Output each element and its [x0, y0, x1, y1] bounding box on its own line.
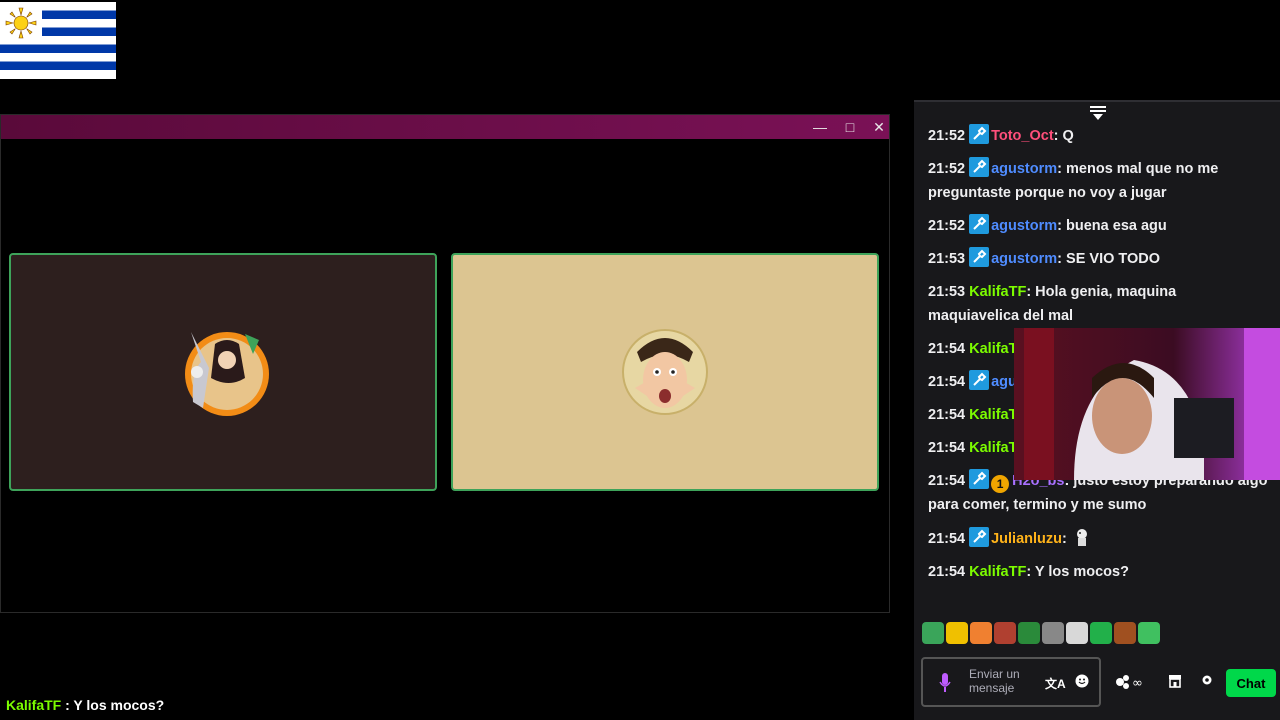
chat-username[interactable]: KalifaTF	[969, 284, 1026, 300]
chat-timestamp: 21:53	[928, 251, 966, 267]
emote-icon[interactable]	[970, 622, 992, 644]
emote-icon[interactable]	[1090, 622, 1112, 644]
chat-timestamp: 21:54	[928, 531, 966, 547]
microphone-icon[interactable]	[939, 673, 951, 693]
moderator-badge-icon	[969, 527, 990, 547]
chat-message[interactable]: 21:52 agustorm: menos mal que no me pregu…	[928, 157, 1268, 205]
participant-tile-1[interactable]	[9, 253, 437, 491]
chat-timestamp: 21:52	[928, 161, 966, 177]
chat-username[interactable]: Julianluzu	[991, 531, 1062, 547]
moderator-badge-icon	[969, 469, 990, 489]
chat-timestamp: 21:54	[928, 341, 966, 357]
chat-username[interactable]: KalifaT	[969, 341, 1017, 357]
chat-input[interactable]: Enviar un mensaje 文A	[921, 657, 1101, 707]
maximize-button[interactable]: □	[837, 117, 863, 137]
collapse-icon[interactable]	[1088, 102, 1108, 122]
participant-tile-2[interactable]	[451, 253, 879, 491]
chat-timestamp: 21:54	[928, 440, 966, 456]
chat-username[interactable]: KalifaT	[969, 440, 1017, 456]
chat-username[interactable]: agustorm	[991, 161, 1057, 177]
uruguay-flag	[0, 2, 116, 79]
chat-message[interactable]: 21:54 KalifaTF: Y los mocos?	[928, 560, 1268, 584]
emote-icon[interactable]	[922, 622, 944, 644]
emote-icon[interactable]	[1114, 622, 1136, 644]
moderator-badge-icon	[969, 247, 990, 267]
emote-icon	[1076, 529, 1087, 546]
participant-avatar-2	[622, 329, 708, 415]
chat-username[interactable]: agu	[991, 374, 1017, 390]
emote-icon[interactable]	[1018, 622, 1040, 644]
emote-picker-icon[interactable]	[1075, 674, 1089, 688]
chat-message[interactable]: 21:52 Toto_Oct: Q	[928, 124, 1268, 148]
emote-icon[interactable]	[1042, 622, 1064, 644]
moderator-badge-icon	[969, 124, 990, 144]
chat-text: :	[1062, 531, 1071, 547]
chat-timestamp: 21:54	[928, 407, 966, 423]
emote-icon[interactable]	[1138, 622, 1160, 644]
points-icon[interactable]: ∞	[1115, 674, 1151, 690]
chat-text: : SE VIO TODO	[1057, 251, 1161, 267]
chat-username[interactable]: agustorm	[991, 251, 1057, 267]
store-icon[interactable]	[1168, 674, 1182, 688]
overlay-username: KalifaTF	[6, 697, 62, 713]
chat-text: : Y los mocos?	[1026, 564, 1129, 580]
translate-icon[interactable]: 文A	[1045, 675, 1066, 692]
minimize-button[interactable]: —	[807, 117, 833, 137]
chat-timestamp: 21:54	[928, 564, 966, 580]
chat-message[interactable]: 21:54 Julianluzu:	[928, 526, 1268, 551]
emote-bar[interactable]	[922, 622, 1160, 644]
chat-text: : Q	[1053, 128, 1074, 144]
chat-username[interactable]: KalifaT	[969, 407, 1017, 423]
chat-timestamp: 21:54	[928, 473, 966, 489]
chat-username[interactable]: Toto_Oct	[991, 128, 1054, 144]
streamer-webcam	[1014, 328, 1280, 480]
close-button[interactable]: ✕	[866, 117, 892, 137]
chat-message[interactable]: 21:52 agustorm: buena esa agu	[928, 214, 1268, 238]
chat-timestamp: 21:53	[928, 284, 966, 300]
svg-text:∞: ∞	[1132, 676, 1143, 690]
sub-badge: 1	[991, 475, 1010, 493]
overlay-message: : Y los mocos?	[61, 697, 165, 713]
chat-timestamp: 21:54	[928, 374, 966, 390]
chat-send-button[interactable]: Chat	[1226, 669, 1276, 697]
chat-timestamp: 21:52	[928, 128, 966, 144]
chat-message[interactable]: 21:53 KalifaTF: Hola genia, maquina maqu…	[928, 280, 1268, 328]
chat-message[interactable]: 21:53 agustorm: SE VIO TODO	[928, 247, 1268, 271]
chat-text: : buena esa agu	[1057, 218, 1167, 234]
chat-text: : Hola genia, maquina maquiavelica del m…	[928, 284, 1177, 324]
window-titlebar[interactable]: — □ ✕	[1, 115, 889, 139]
call-window: — □ ✕	[0, 114, 890, 613]
emote-icon[interactable]	[994, 622, 1016, 644]
chat-username[interactable]: agustorm	[991, 218, 1057, 234]
chat-input-placeholder: Enviar un mensaje	[969, 667, 1020, 695]
stream-chat-overlay: KalifaTF : Y los mocos?	[6, 697, 164, 713]
chat-timestamp: 21:52	[928, 218, 966, 234]
participant-avatar-1	[185, 332, 269, 416]
emote-icon[interactable]	[946, 622, 968, 644]
moderator-badge-icon	[969, 157, 990, 177]
moderator-badge-icon	[969, 370, 990, 390]
settings-gear-icon[interactable]	[1201, 674, 1213, 686]
chat-username[interactable]: KalifaTF	[969, 564, 1026, 580]
moderator-badge-icon	[969, 214, 990, 234]
emote-icon[interactable]	[1066, 622, 1088, 644]
